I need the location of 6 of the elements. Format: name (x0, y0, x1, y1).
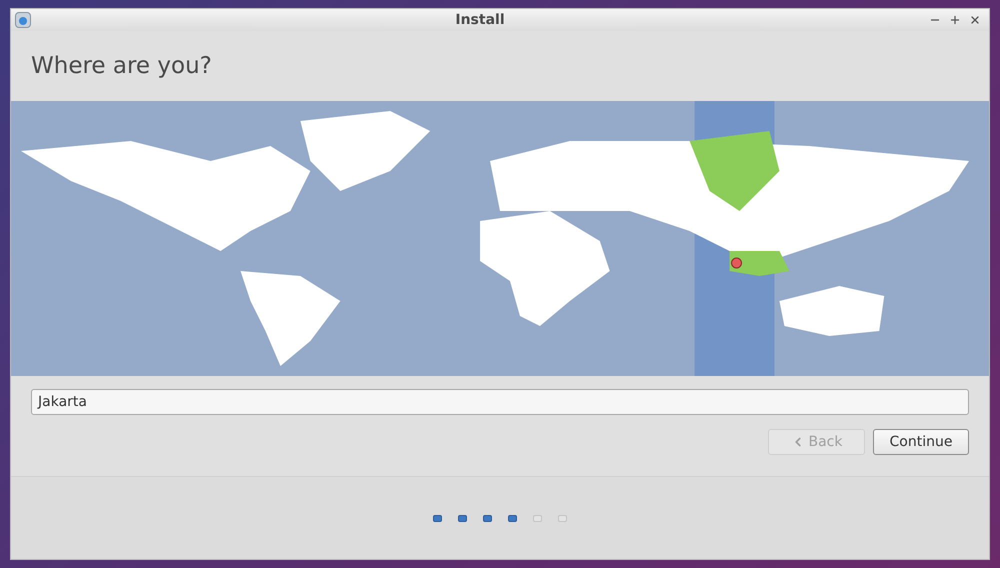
close-icon[interactable] (969, 14, 981, 26)
maximize-icon[interactable] (949, 14, 961, 26)
window-title: Install (455, 10, 505, 30)
page-heading: Where are you? (31, 52, 212, 81)
continue-button[interactable]: Continue (873, 429, 969, 455)
location-field[interactable]: Jakarta (31, 389, 969, 415)
